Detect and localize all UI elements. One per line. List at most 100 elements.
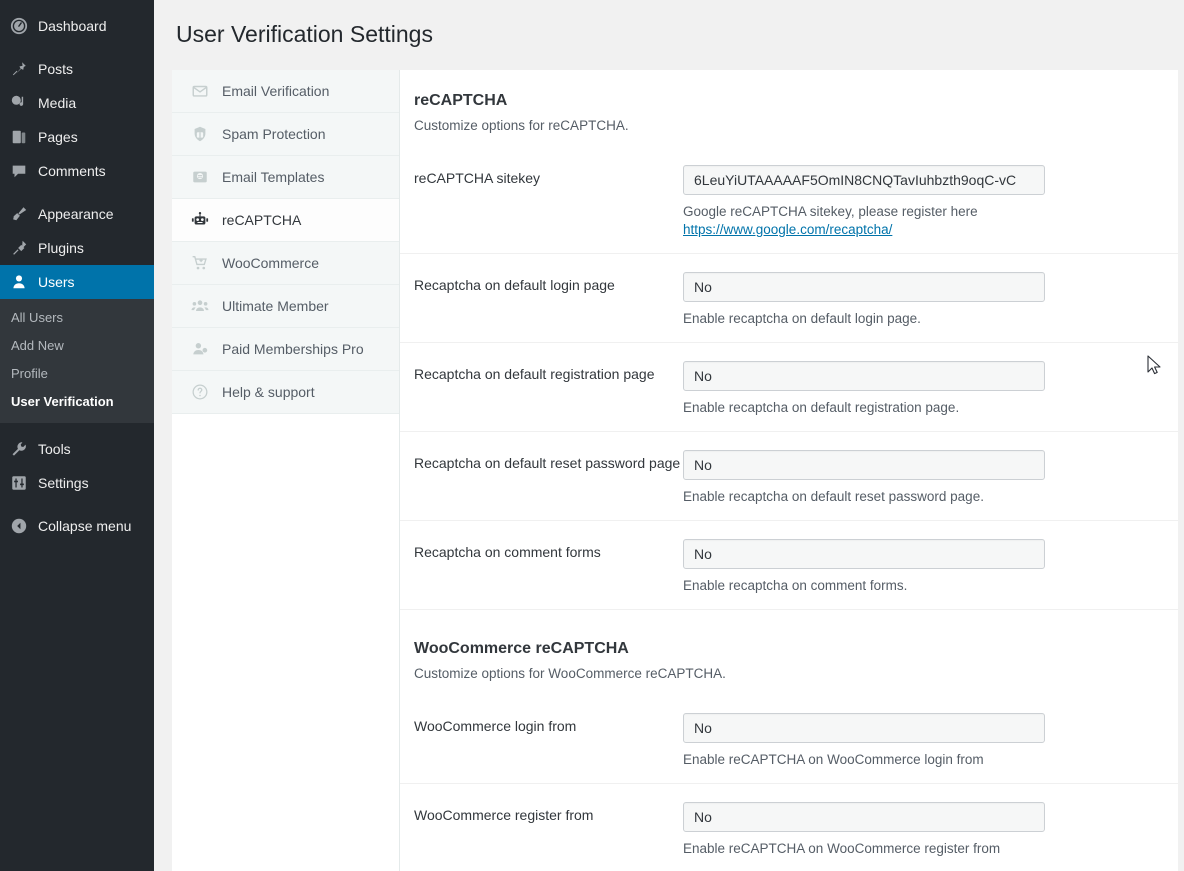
field-control: No Enable recaptcha on default registrat… <box>683 361 1178 417</box>
menu-separator <box>0 188 154 197</box>
settings-panel: Email Verification Spam Protection Email… <box>172 70 1178 871</box>
field-label: Recaptcha on default reset password page <box>414 455 681 471</box>
recaptcha-sitekey-input[interactable]: 6LeuYiUTAAAAAF5OmIN8CNQTavIuhbzth9oqC-vC <box>683 165 1045 195</box>
tab-recaptcha[interactable]: reCAPTCHA <box>172 199 399 242</box>
tab-label: Spam Protection <box>222 126 326 142</box>
sidebar-item-dashboard[interactable]: Dashboard <box>0 9 154 43</box>
tab-woocommerce[interactable]: WooCommerce <box>172 242 399 285</box>
recaptcha-register-link[interactable]: https://www.google.com/recaptcha/ <box>683 222 892 237</box>
field-row-recaptcha-registration: Recaptcha on default registration page N… <box>400 343 1178 432</box>
submenu-item-profile[interactable]: Profile <box>0 360 154 388</box>
tab-label: WooCommerce <box>222 255 319 271</box>
menu-separator <box>0 43 154 52</box>
field-description: Enable reCAPTCHA on WooCommerce login fr… <box>683 752 984 767</box>
woocommerce-register-select[interactable]: No <box>683 802 1045 832</box>
sidebar-item-collapse-menu[interactable]: Collapse menu <box>0 509 154 543</box>
settings-tab-list: Email Verification Spam Protection Email… <box>172 70 400 871</box>
users-group-icon <box>190 296 210 316</box>
field-label: Recaptcha on default login page <box>414 277 615 293</box>
page-title: User Verification Settings <box>176 21 433 47</box>
tab-help-and-support[interactable]: Help & support <box>172 371 399 414</box>
field-row-woocommerce-register: WooCommerce register from No Enable reCA… <box>400 784 1178 871</box>
tab-list-filler <box>172 414 399 871</box>
pin-icon <box>9 59 29 79</box>
field-label: reCAPTCHA sitekey <box>414 170 541 186</box>
recaptcha-registration-select[interactable]: No <box>683 361 1045 391</box>
sidebar-label: Users <box>38 274 75 290</box>
field-label: Recaptcha on default registration page <box>414 366 655 382</box>
tab-label: Paid Memberships Pro <box>222 341 364 357</box>
cart-icon <box>190 253 210 273</box>
tab-label: Email Verification <box>222 83 330 99</box>
sidebar-label: Tools <box>38 441 71 457</box>
woocommerce-login-select[interactable]: No <box>683 713 1045 743</box>
field-control: No Enable recaptcha on comment forms. <box>683 539 1178 595</box>
submenu-item-add-new[interactable]: Add New <box>0 332 154 360</box>
submenu-item-all-users[interactable]: All Users <box>0 304 154 332</box>
field-description: Enable recaptcha on comment forms. <box>683 578 908 593</box>
envelope-template-icon <box>190 167 210 187</box>
tab-email-verification[interactable]: Email Verification <box>172 70 399 113</box>
section-title: reCAPTCHA <box>414 92 508 109</box>
menu-separator <box>0 500 154 509</box>
section-description: Customize options for WooCommerce reCAPT… <box>414 666 726 681</box>
field-description: Enable reCAPTCHA on WooCommerce register… <box>683 841 1001 856</box>
sidebar-item-media[interactable]: Media <box>0 86 154 120</box>
content-wrap: User Verification Settings Email Verific… <box>154 0 1184 871</box>
field-row-woocommerce-login: WooCommerce login from No Enable reCAPTC… <box>400 683 1178 784</box>
recaptcha-login-select[interactable]: No <box>683 272 1045 302</box>
sidebar-label: Plugins <box>38 240 84 256</box>
collapse-icon <box>9 516 29 536</box>
tab-spam-protection[interactable]: Spam Protection <box>172 113 399 156</box>
field-control: No Enable recaptcha on default login pag… <box>683 272 1178 328</box>
menu-top-spacer <box>0 0 154 9</box>
question-circle-icon <box>190 382 210 402</box>
shield-bug-icon <box>190 124 210 144</box>
section-title: WooCommerce reCAPTCHA <box>414 640 629 657</box>
media-icon <box>9 93 29 113</box>
comments-icon <box>9 161 29 181</box>
sidebar-label: Comments <box>38 163 106 179</box>
pages-icon <box>9 127 29 147</box>
wrench-icon <box>9 439 29 459</box>
sidebar-item-users[interactable]: Users <box>0 265 162 299</box>
sidebar-item-pages[interactable]: Pages <box>0 120 154 154</box>
field-control: 6LeuYiUTAAAAAF5OmIN8CNQTavIuhbzth9oqC-vC… <box>683 165 1178 239</box>
user-tag-icon <box>190 339 210 359</box>
tab-paid-memberships-pro[interactable]: Paid Memberships Pro <box>172 328 399 371</box>
sidebar-label: Dashboard <box>38 18 107 34</box>
sidebar-label: Pages <box>38 129 78 145</box>
sidebar-item-plugins[interactable]: Plugins <box>0 231 154 265</box>
settings-content: reCAPTCHA Customize options for reCAPTCH… <box>400 70 1178 871</box>
sidebar-label: Appearance <box>38 206 114 222</box>
section-description: Customize options for reCAPTCHA. <box>414 118 629 133</box>
menu-separator <box>0 423 154 432</box>
sidebar-label: Settings <box>38 475 89 491</box>
plug-icon <box>9 238 29 258</box>
section-header-recaptcha: reCAPTCHA Customize options for reCAPTCH… <box>400 70 1178 135</box>
field-description: Enable recaptcha on default login page. <box>683 311 921 326</box>
tab-label: Help & support <box>222 384 315 400</box>
field-description: Enable recaptcha on default registration… <box>683 400 960 415</box>
sidebar-item-tools[interactable]: Tools <box>0 432 154 466</box>
field-row-recaptcha-sitekey: reCAPTCHA sitekey 6LeuYiUTAAAAAF5OmIN8CN… <box>400 135 1178 253</box>
sidebar-label: Posts <box>38 61 74 77</box>
field-row-recaptcha-login: Recaptcha on default login page No Enabl… <box>400 253 1178 343</box>
sidebar-item-appearance[interactable]: Appearance <box>0 197 154 231</box>
tab-ultimate-member[interactable]: Ultimate Member <box>172 285 399 328</box>
section-header-woocommerce-recaptcha: WooCommerce reCAPTCHA Customize options … <box>400 610 1178 683</box>
admin-sidebar: Dashboard Posts Media Pages Comments App… <box>0 0 162 871</box>
submenu-item-user-verification[interactable]: User Verification <box>0 388 154 416</box>
recaptcha-comment-forms-select[interactable]: No <box>683 539 1045 569</box>
field-description: Enable recaptcha on default reset passwo… <box>683 489 984 504</box>
sidebar-item-settings[interactable]: Settings <box>0 466 154 500</box>
tab-label: Ultimate Member <box>222 298 329 314</box>
sidebar-item-posts[interactable]: Posts <box>0 52 154 86</box>
recaptcha-reset-password-select[interactable]: No <box>683 450 1045 480</box>
field-label: WooCommerce login from <box>414 718 577 734</box>
tab-email-templates[interactable]: Email Templates <box>172 156 399 199</box>
field-control: No Enable reCAPTCHA on WooCommerce regis… <box>683 802 1178 858</box>
robot-icon <box>190 210 210 230</box>
brush-icon <box>9 204 29 224</box>
sidebar-item-comments[interactable]: Comments <box>0 154 154 188</box>
